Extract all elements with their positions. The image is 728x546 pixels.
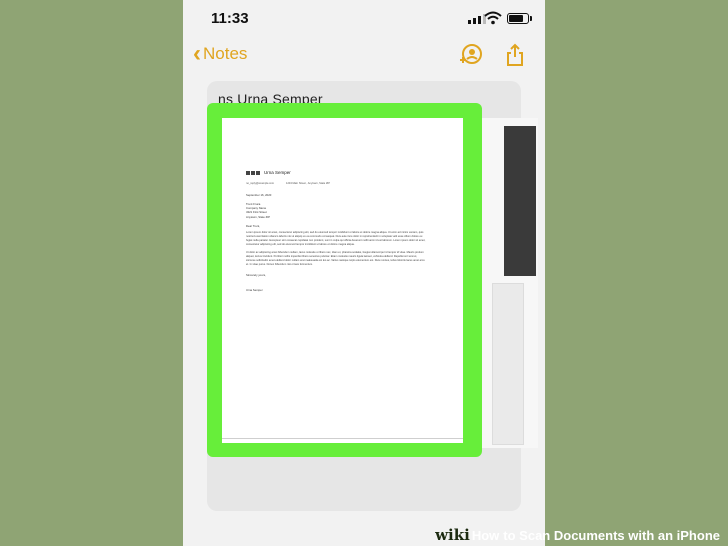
sender-contact: no_reply@example.com 1234 Main Street , … [246, 182, 426, 185]
sender-email: no_reply@example.com [246, 182, 275, 185]
status-bar: 11:33 [183, 0, 545, 40]
letter-signature: Urna Semper [246, 288, 263, 293]
back-button[interactable]: ‹ Notes [193, 40, 248, 67]
page-edge [222, 438, 463, 439]
phone-screen: 11:33 ‹ Notes ns Urna Semper Urna Semper… [183, 0, 545, 546]
logo-icon [246, 170, 260, 175]
chevron-left-icon: ‹ [193, 40, 201, 67]
battery-icon [507, 13, 532, 24]
scanned-document-highlight: Urna Semper no_reply@example.com 1234 Ma… [207, 103, 482, 457]
scanned-page[interactable]: Urna Semper no_reply@example.com 1234 Ma… [222, 118, 463, 443]
letter-paragraph: Ut dolor ac adipiscing amet bibendum nul… [246, 250, 425, 267]
next-scan-thumbnail[interactable] [481, 118, 538, 448]
sender-name: Urna Semper [264, 170, 291, 175]
add-collaborator-icon[interactable] [457, 44, 483, 66]
letter-closing: Sincerely yours, [246, 273, 266, 278]
recipient-address: Trent Fruca Company Name 4321 First Stre… [246, 202, 270, 219]
watermark-brand: wiki [435, 526, 470, 544]
watermark-title: to Scan Documents with an iPhone [503, 527, 720, 543]
thumbnail-strip [492, 283, 524, 445]
back-label: Notes [203, 44, 248, 63]
watermark: wiki How to Scan Documents with an iPhon… [427, 524, 728, 546]
wifi-icon [484, 11, 502, 25]
letter-date: September 16, 2020 [246, 193, 272, 197]
share-icon[interactable] [505, 43, 525, 67]
status-time: 11:33 [211, 10, 249, 27]
sender-address: 1234 Main Street , Anytown, State ZIP [286, 182, 330, 185]
letter-header: Urna Semper [246, 170, 426, 175]
letter-content: Urna Semper no_reply@example.com 1234 Ma… [246, 170, 426, 292]
thumbnail-dark-area [504, 126, 536, 276]
watermark-how: How [471, 527, 500, 543]
letter-paragraph: Lorem ipsum dolor sit amet, consectetur … [246, 230, 426, 247]
letter-greeting: Dear Trent, [246, 223, 260, 228]
